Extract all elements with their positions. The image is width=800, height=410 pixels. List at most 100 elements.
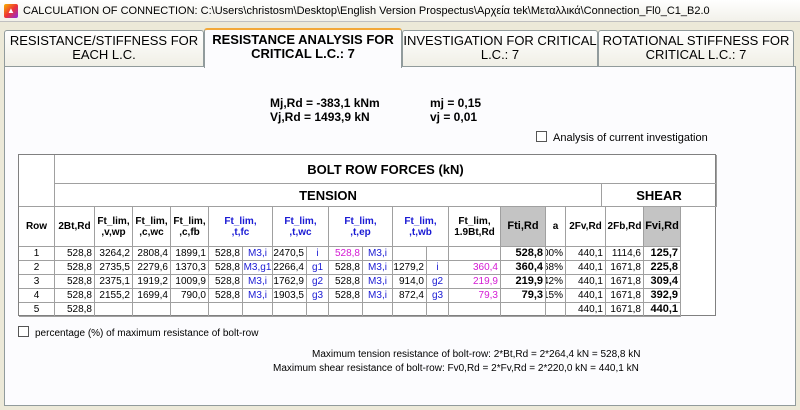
table-cell: 1370,3 [171, 261, 209, 275]
table-cell: 528,8 [55, 275, 95, 289]
analysis-checkbox[interactable] [536, 131, 547, 142]
table-cell: 2808,4 [133, 247, 171, 261]
table-cell: g3 [427, 289, 449, 303]
table-cell: M3,i [363, 247, 393, 261]
table-cell: 2266,4 [273, 261, 307, 275]
table-cell: g2 [427, 275, 449, 289]
analysis-checkbox-row[interactable]: Analysis of current investigation [536, 131, 708, 144]
table-cell: 528,8 [209, 261, 243, 275]
app-icon: ▲ [4, 3, 18, 18]
col-header-cwc: Ft_lim, ,c,wc [133, 207, 171, 247]
table-cell: i [307, 247, 329, 261]
table-cell: 872,4 [393, 289, 427, 303]
max-shear-text: Maximum shear resistance of bolt-row: Fv… [273, 363, 639, 374]
table-cell: 528,8 [329, 261, 363, 275]
table-cell: 5 [19, 303, 55, 317]
table-cell: 360,4 [449, 261, 501, 275]
table-cell: 1671,8 [606, 289, 644, 303]
table-cell [546, 303, 566, 317]
table-cell [393, 247, 427, 261]
tab-resistance-analysis[interactable]: RESISTANCE ANALYSIS FOR CRITICAL L.C.: 7 [204, 28, 402, 68]
table-cell: 440,1 [566, 275, 606, 289]
table-cell: 3 [19, 275, 55, 289]
col-header-vwp: Ft_lim, ,v,wp [95, 207, 133, 247]
table-cell [501, 303, 546, 317]
table-cell: 79,3 [501, 289, 546, 303]
table-cell: 225,8 [644, 261, 681, 275]
percentage-checkbox[interactable] [18, 326, 29, 337]
col-header-cfb: Ft_lim, ,c,fb [171, 207, 209, 247]
table-cell [449, 247, 501, 261]
mj-value: mj = 0,15 [430, 96, 482, 110]
table-cell: 1899,1 [171, 247, 209, 261]
table-cell: g1 [307, 261, 329, 275]
table-cell: M3,g1 [243, 261, 273, 275]
table-cell: 790,0 [171, 289, 209, 303]
table-cell: 528,8 [209, 289, 243, 303]
percentage-checkbox-label: percentage (%) of maximum resistance of … [35, 328, 259, 339]
col-header-fvi: Fvi,Rd [644, 207, 681, 247]
table-cell: M3,i [243, 247, 273, 261]
tension-header: TENSION [55, 184, 602, 207]
table-cell: 1671,8 [606, 261, 644, 275]
table-cell: i [427, 261, 449, 275]
col-header-a: a [546, 207, 566, 247]
table-cell: 392,9 [644, 289, 681, 303]
table-cell [209, 303, 243, 317]
table-cell [95, 303, 133, 317]
table-title: BOLT ROW FORCES (kN) [55, 155, 717, 184]
title-bar: ▲ CALCULATION OF CONNECTION: C:\Users\ch… [0, 0, 800, 22]
table-cell [243, 303, 273, 317]
table-cell: 42% [546, 275, 566, 289]
shear-header: SHEAR [602, 184, 717, 207]
table-cell: 4 [19, 289, 55, 303]
table-cell: 528,8 [55, 289, 95, 303]
table-cell: 2279,6 [133, 261, 171, 275]
col-header-tep: Ft_lim, ,t,ep [329, 207, 393, 247]
table-cell: 68% [546, 261, 566, 275]
table-cell [329, 303, 363, 317]
tab-resistance-stiffness[interactable]: RESISTANCE/STIFFNESS FOR EACH L.C. [4, 30, 204, 66]
table-cell [273, 303, 307, 317]
table-cell: 1 [19, 247, 55, 261]
table-cell [427, 247, 449, 261]
table-cell: 528,8 [329, 275, 363, 289]
col-header-bt: 2Bt,Rd [55, 207, 95, 247]
percentage-checkbox-row[interactable]: percentage (%) of maximum resistance of … [18, 326, 258, 339]
table-cell: 528,8 [55, 303, 95, 317]
mj-rd-value: Mj,Rd = -383,1 kNm [270, 96, 380, 110]
col-header-fv: 2Fv,Rd [566, 207, 606, 247]
table-cell: 219,9 [501, 275, 546, 289]
table-cell: 528,8 [209, 247, 243, 261]
table-cell: 528,8 [55, 247, 95, 261]
table-cell: 15% [546, 289, 566, 303]
table-cell: 2 [19, 261, 55, 275]
table-cell: 440,1 [566, 303, 606, 317]
table-cell: 1903,5 [273, 289, 307, 303]
vj-value: vj = 0,01 [430, 110, 478, 124]
table-cell: 219,9 [449, 275, 501, 289]
table-cell: 100% [546, 247, 566, 261]
table-cell: M3,i [363, 261, 393, 275]
table-cell: 1762,9 [273, 275, 307, 289]
table-cell: 528,8 [501, 247, 546, 261]
table-cell [171, 303, 209, 317]
table-cell: 1671,8 [606, 303, 644, 317]
table-cell [393, 303, 427, 317]
max-tension-text: Maximum tension resistance of bolt-row: … [312, 349, 641, 360]
table-cell: M3,i [363, 289, 393, 303]
table-cell: M3,i [243, 289, 273, 303]
tab-rotational-stiffness[interactable]: ROTATIONAL STIFFNESS FOR CRITICAL L.C.: … [598, 30, 794, 66]
tab-strip: RESISTANCE/STIFFNESS FOR EACH L.C. RESIS… [4, 28, 796, 68]
table-cell: 1699,4 [133, 289, 171, 303]
table-cell: 528,8 [209, 275, 243, 289]
col-header-row: Row [19, 207, 55, 247]
table-cell: 3264,2 [95, 247, 133, 261]
col-header-twb: Ft_lim, ,t,wb [393, 207, 449, 247]
table-cell: 360,4 [501, 261, 546, 275]
table-cell: 2375,1 [95, 275, 133, 289]
tab-investigation[interactable]: INVESTIGATION FOR CRITICAL L.C.: 7 [402, 30, 598, 66]
col-header-fti: Fti,Rd [501, 207, 546, 247]
table-cell [133, 303, 171, 317]
table-cell [449, 303, 501, 317]
